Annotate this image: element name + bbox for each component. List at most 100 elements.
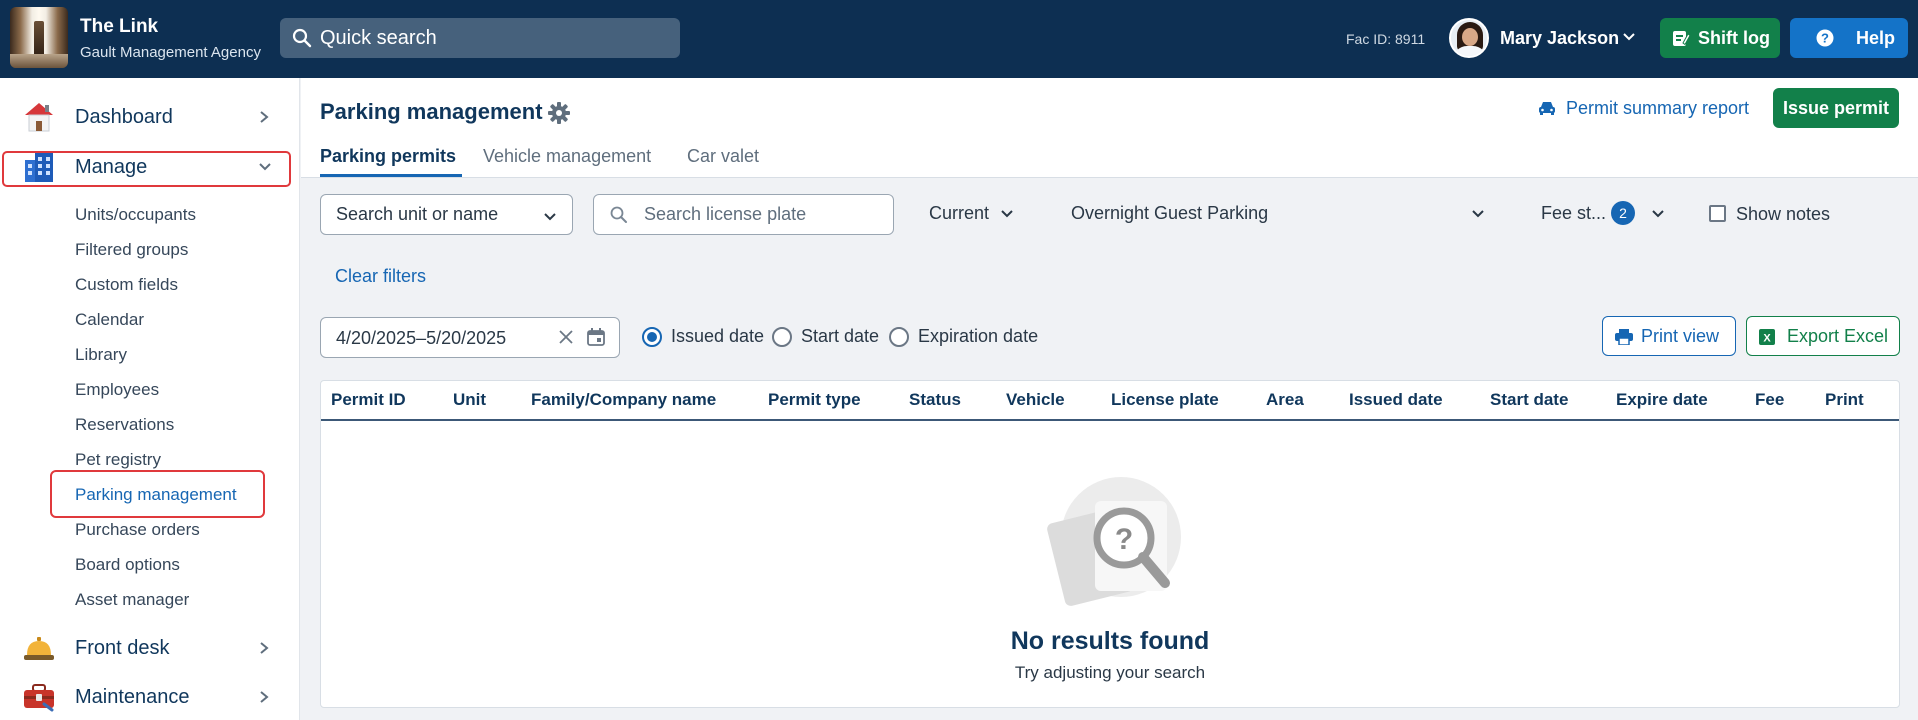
radio-start-date-label[interactable]: Start date	[801, 326, 879, 347]
sidebar-subitem-library[interactable]: Library	[75, 345, 127, 365]
tab-car-valet[interactable]: Car valet	[687, 146, 759, 167]
sidebar-subitem-employees[interactable]: Employees	[75, 380, 159, 400]
help-button[interactable]: ? Help	[1790, 18, 1908, 58]
quick-search-placeholder: Quick search	[320, 27, 437, 49]
notepad-icon	[1672, 29, 1691, 52]
sidebar-subitem-purchase-orders[interactable]: Purchase orders	[75, 520, 200, 540]
sidebar-subitem-reservations[interactable]: Reservations	[75, 415, 174, 435]
column-header-expire-date[interactable]: Expire date	[1616, 390, 1708, 410]
highlight-box	[50, 470, 265, 518]
status-filter-value[interactable]: Current	[929, 203, 989, 224]
sidebar-subitem-board-options[interactable]: Board options	[75, 555, 180, 575]
show-notes-label[interactable]: Show notes	[1736, 204, 1830, 225]
search-icon	[610, 206, 628, 229]
sidebar-item-maintenance[interactable]: Maintenance	[0, 674, 300, 720]
tab-parking-permits[interactable]: Parking permits	[320, 146, 456, 167]
house-icon	[22, 100, 56, 134]
brand-subtitle: Gault Management Agency	[80, 44, 261, 61]
column-header-permit-type[interactable]: Permit type	[768, 390, 861, 410]
excel-icon: X	[1759, 329, 1775, 350]
highlight-box	[2, 151, 291, 187]
column-header-unit[interactable]: Unit	[453, 390, 486, 410]
gear-icon[interactable]	[547, 101, 571, 130]
print-view-button[interactable]: Print view	[1602, 316, 1736, 356]
export-excel-label: Export Excel	[1787, 326, 1889, 346]
empty-state-subtitle: Try adjusting your search	[1014, 663, 1206, 682]
clear-filters-link[interactable]: Clear filters	[335, 266, 426, 287]
sidebar-subitem-custom-fields[interactable]: Custom fields	[75, 275, 178, 295]
car-icon	[1538, 100, 1556, 121]
column-header-permit-id[interactable]: Permit ID	[331, 390, 406, 410]
radio-expiration-date[interactable]	[889, 327, 909, 347]
chevron-down-icon[interactable]	[1000, 207, 1014, 226]
calendar-icon[interactable]	[586, 327, 606, 352]
svg-text:?: ?	[1821, 31, 1829, 46]
active-tab-indicator	[320, 174, 462, 177]
sidebar-item-label: Front desk	[75, 637, 170, 659]
sidebar-subitem-calendar[interactable]: Calendar	[75, 310, 144, 330]
top-bar: The Link Gault Management Agency Quick s…	[0, 0, 1918, 78]
date-range-field[interactable]: 4/20/2025–5/20/2025	[320, 317, 620, 358]
sidebar-subitem-filtered-groups[interactable]: Filtered groups	[75, 240, 188, 260]
facility-id: Fac ID: 8911	[1346, 31, 1426, 47]
chevron-right-icon	[258, 641, 270, 660]
sidebar-item-dashboard[interactable]: Dashboard	[0, 94, 300, 140]
radio-start-date[interactable]	[772, 327, 792, 347]
tab-vehicle-management[interactable]: Vehicle management	[483, 146, 651, 167]
sidebar-item-front-desk[interactable]: Front desk	[0, 625, 300, 671]
permits-table: Permit ID Unit Family/Company name Permi…	[320, 380, 1900, 708]
avatar[interactable]	[1449, 18, 1489, 58]
fee-status-filter-label[interactable]: Fee st...	[1541, 203, 1606, 224]
page-title: Parking management	[320, 99, 543, 124]
desk-bell-icon	[22, 631, 56, 665]
export-excel-button[interactable]: X Export Excel	[1746, 316, 1900, 356]
property-logo[interactable]	[10, 7, 68, 68]
column-header-license-plate[interactable]: License plate	[1111, 390, 1219, 410]
radio-expiration-date-label[interactable]: Expiration date	[918, 326, 1038, 347]
unit-name-search-dropdown[interactable]: Search unit or name	[320, 194, 573, 235]
column-header-start-date[interactable]: Start date	[1490, 390, 1568, 410]
column-header-fee[interactable]: Fee	[1755, 390, 1784, 410]
chevron-down-icon[interactable]	[1651, 207, 1665, 226]
brand-title: The Link	[80, 16, 159, 37]
print-view-label: Print view	[1641, 326, 1720, 346]
date-range-value: 4/20/2025–5/20/2025	[336, 328, 507, 348]
table-header: Permit ID Unit Family/Company name Permi…	[321, 381, 1899, 421]
empty-state-title: No results found	[1010, 627, 1210, 655]
svg-text:?: ?	[1115, 523, 1133, 556]
column-header-vehicle[interactable]: Vehicle	[1006, 390, 1065, 410]
chevron-down-icon	[543, 208, 557, 229]
radio-issued-date[interactable]	[642, 327, 662, 347]
permit-summary-label: Permit summary report	[1566, 98, 1750, 118]
sidebar-subitem-asset-manager[interactable]: Asset manager	[75, 590, 189, 610]
chevron-right-icon	[258, 110, 270, 129]
column-header-issued-date[interactable]: Issued date	[1349, 390, 1443, 410]
svg-text:X: X	[1763, 333, 1771, 345]
column-header-print[interactable]: Print	[1825, 390, 1864, 410]
magnifier-question-icon: ?	[1039, 465, 1189, 615]
user-name[interactable]: Mary Jackson	[1500, 28, 1619, 49]
area-filter-value[interactable]: Overnight Guest Parking	[1071, 203, 1268, 224]
help-label: Help	[1856, 28, 1896, 48]
sidebar-item-label: Dashboard	[75, 106, 173, 128]
chevron-right-icon	[258, 690, 270, 709]
show-notes-checkbox[interactable]	[1709, 205, 1726, 222]
chevron-down-icon[interactable]	[1471, 207, 1485, 226]
close-icon[interactable]	[558, 329, 574, 350]
license-plate-search-input[interactable]: Search license plate	[593, 194, 894, 235]
column-header-family-company[interactable]: Family/Company name	[531, 390, 716, 410]
sidebar: Dashboard Manage Units/occupants Filtere…	[0, 78, 300, 720]
column-header-status[interactable]: Status	[909, 390, 961, 410]
shift-log-button[interactable]: Shift log	[1660, 18, 1780, 58]
shift-log-label: Shift log	[1698, 28, 1770, 48]
logo-floor	[10, 54, 68, 68]
chevron-down-icon[interactable]	[1622, 30, 1636, 49]
column-header-area[interactable]: Area	[1266, 390, 1304, 410]
quick-search-input[interactable]: Quick search	[280, 18, 680, 58]
issue-permit-button[interactable]: Issue permit	[1773, 88, 1899, 128]
sidebar-subitem-units-occupants[interactable]: Units/occupants	[75, 205, 196, 225]
radio-issued-date-label[interactable]: Issued date	[671, 326, 764, 347]
sidebar-subitem-pet-registry[interactable]: Pet registry	[75, 450, 161, 470]
fee-status-count-badge: 2	[1611, 201, 1635, 225]
question-circle-icon: ?	[1816, 29, 1834, 52]
